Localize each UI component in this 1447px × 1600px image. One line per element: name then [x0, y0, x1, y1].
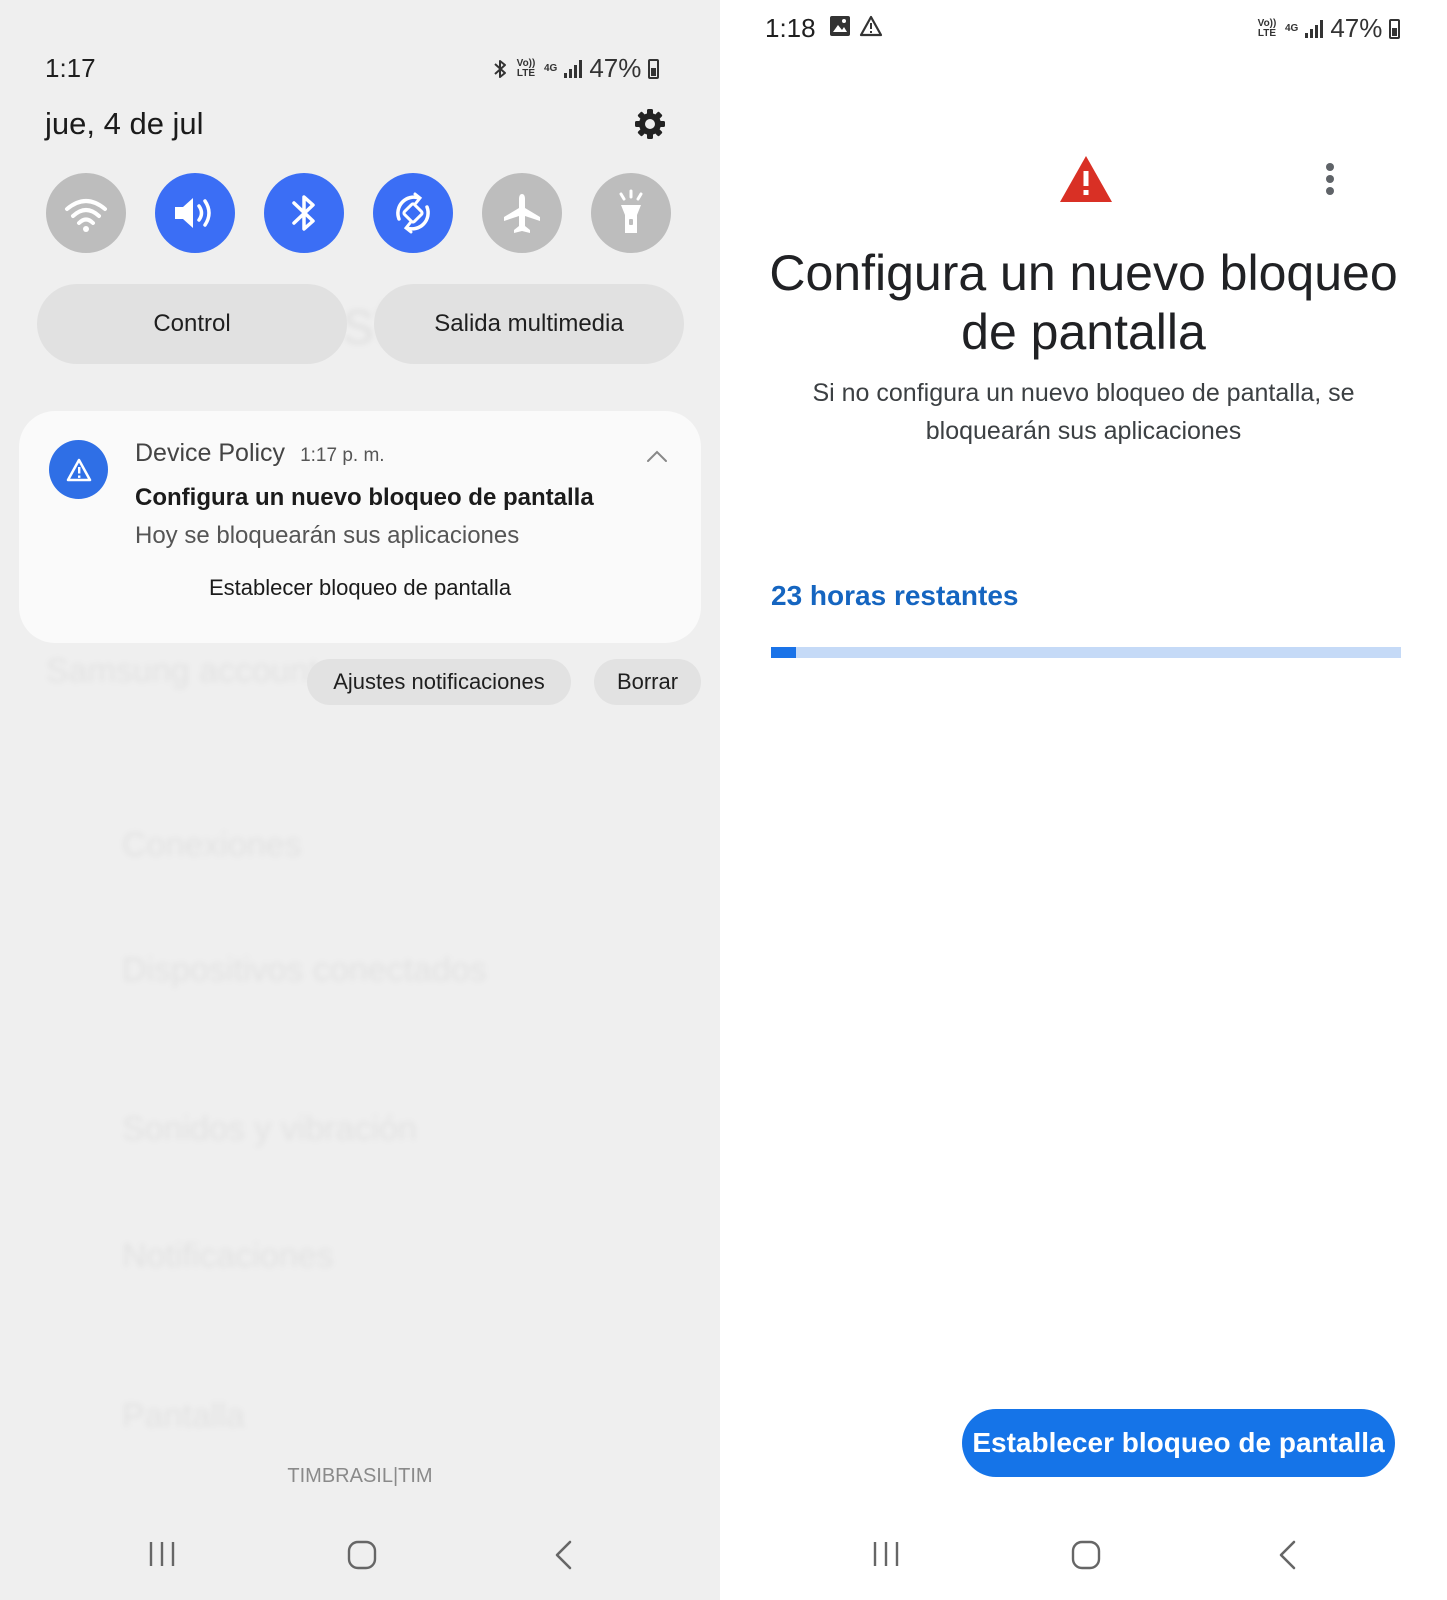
network-4g-icon: 4G — [544, 62, 558, 74]
countdown-label: 23 horas restantes — [771, 580, 1019, 611]
background-item: Conexiones — [122, 826, 302, 864]
warning-triangle-icon — [1058, 154, 1114, 209]
notification-header: Device Policy 1:17 p. m. — [135, 439, 385, 468]
image-notification-icon — [828, 14, 852, 43]
volte-icon: Vo)) LTE — [516, 57, 536, 79]
wifi-icon — [63, 193, 109, 233]
background-item: Pantalla — [122, 1397, 245, 1435]
back-icon[interactable] — [552, 1540, 576, 1575]
notification-app-name: Device Policy — [135, 439, 286, 467]
time-remaining-progress — [771, 647, 1401, 658]
chevron-up-icon[interactable] — [646, 449, 668, 468]
notification-time: 1:17 p. m. — [300, 445, 385, 466]
warning-notification-icon — [859, 15, 883, 42]
control-button[interactable]: Control — [37, 284, 347, 364]
flashlight-tile[interactable] — [591, 173, 671, 253]
home-icon[interactable] — [1070, 1539, 1102, 1576]
recents-icon[interactable] — [870, 1540, 902, 1573]
progress-fill — [771, 647, 797, 658]
status-icons: Vo)) LTE 4G 47% — [1256, 13, 1401, 44]
device-policy-notification[interactable]: Device Policy 1:17 p. m. Configura un nu… — [19, 411, 701, 643]
bluetooth-icon — [289, 191, 319, 235]
battery-percent: 47% — [589, 53, 642, 83]
device-policy-screen: 1:18 Vo)) LTE 4G 47% Configura un nuevo … — [720, 0, 1447, 1600]
battery-percent: 47% — [1330, 13, 1383, 43]
flashlight-icon — [613, 189, 649, 237]
airplane-icon — [500, 191, 544, 235]
back-icon[interactable] — [1276, 1540, 1300, 1575]
battery-icon — [1389, 18, 1401, 39]
volte-icon: Vo)) LTE — [1257, 17, 1277, 39]
bluetooth-tile[interactable] — [264, 173, 344, 253]
rotate-icon — [389, 189, 437, 237]
home-icon[interactable] — [346, 1539, 378, 1576]
status-time: 1:17 — [45, 53, 96, 83]
page-title: Configura un nuevo bloqueo de pantalla — [769, 245, 1398, 360]
background-item: Samsung account — [46, 652, 319, 690]
notification-settings-button[interactable]: Ajustes notificaciones — [307, 659, 571, 705]
shade-date: jue, 4 de jul — [45, 106, 204, 141]
media-output-button[interactable]: Salida multimedia — [374, 284, 684, 364]
carrier-label: TIMBRASIL|TIM — [287, 1465, 433, 1487]
background-item: Dispositivos conectados — [122, 951, 487, 989]
sound-tile[interactable] — [155, 173, 235, 253]
status-icons: Vo)) LTE 4G 47% — [492, 53, 660, 84]
signal-icon — [1305, 19, 1324, 38]
airplane-mode-tile[interactable] — [482, 173, 562, 253]
page-subtitle: Si no configura un nuevo bloqueo de pant… — [812, 379, 1355, 445]
device-policy-app-icon — [49, 440, 108, 499]
clear-button[interactable]: Borrar — [594, 659, 701, 705]
more-options-icon[interactable] — [1324, 162, 1336, 201]
set-screen-lock-button[interactable]: Establecer bloqueo de pantalla — [962, 1409, 1395, 1477]
battery-icon — [648, 58, 660, 79]
notification-shade: Ajustes Samsung account Conexiones Dispo… — [0, 0, 720, 1600]
network-4g-icon: 4G — [1285, 22, 1299, 34]
background-item: Sonidos y vibración — [122, 1110, 417, 1148]
background-item: Notificaciones — [122, 1237, 334, 1275]
signal-icon — [564, 59, 583, 78]
auto-rotate-tile[interactable] — [373, 173, 453, 253]
wifi-tile[interactable] — [46, 173, 126, 253]
recents-icon[interactable] — [146, 1540, 178, 1573]
bluetooth-status-icon — [492, 58, 508, 80]
notification-title: Configura un nuevo bloqueo de pantalla — [135, 484, 594, 511]
gear-icon[interactable] — [632, 106, 668, 142]
warning-icon — [66, 458, 92, 482]
status-time: 1:18 — [765, 13, 816, 43]
notification-body: Hoy se bloquearán sus aplicaciones — [135, 522, 520, 549]
notification-action-button[interactable]: Establecer bloqueo de pantalla — [19, 575, 701, 601]
speaker-icon — [171, 193, 219, 233]
